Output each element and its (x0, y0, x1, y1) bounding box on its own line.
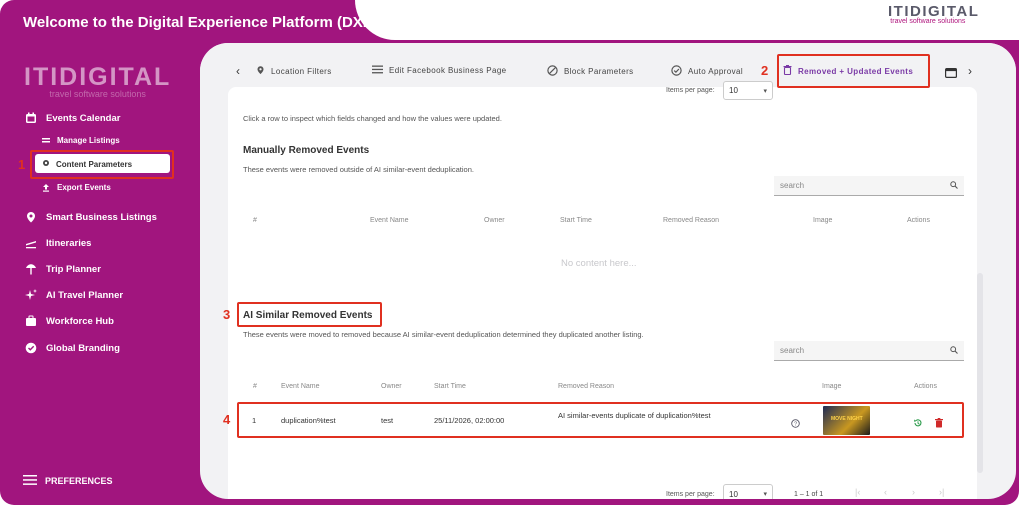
tabs-prev-button[interactable]: ‹ (236, 64, 240, 78)
ai-col-start-time: Start Time (434, 383, 466, 390)
check-circle-icon (671, 65, 682, 78)
tab-auto-approval[interactable]: Auto Approval (671, 65, 743, 78)
tab-label: Auto Approval (688, 67, 744, 76)
calendar-icon (24, 111, 38, 125)
manual-search-input[interactable]: search (774, 176, 964, 196)
list-icon (372, 65, 383, 76)
prev-page-button[interactable]: ‹ (884, 487, 887, 497)
annotation-label-3: 3 (223, 307, 231, 322)
sidebar-item-label: Global Branding (46, 342, 120, 354)
items-per-page-value: 10 (729, 489, 738, 499)
tab-label: Block Parameters (564, 67, 634, 76)
ai-col-event-name: Event Name (281, 383, 320, 390)
intro-text: Click a row to inspect which fields chan… (243, 114, 502, 123)
sidebar-item-trip-planner[interactable]: Trip Planner (24, 262, 101, 276)
manual-section-desc: These events were removed outside of AI … (243, 165, 474, 174)
list-icon (42, 137, 50, 145)
ai-col-index: # (253, 383, 257, 390)
search-icon (950, 345, 958, 356)
brand-logo: ITIDIGITAL travel software solutions (888, 3, 979, 25)
sidebar-item-itineraries[interactable]: Itineraries (24, 236, 91, 250)
ai-search-input[interactable]: search (774, 341, 964, 361)
sidebar-item-global-branding[interactable]: Global Branding (24, 341, 120, 355)
manual-col-event-name: Event Name (370, 217, 409, 224)
page-range: 1 – 1 of 1 (794, 491, 824, 498)
tab-label: Location Filters (271, 66, 332, 76)
manual-empty-text: No content here... (561, 258, 637, 269)
ai-section-desc: These events were moved to removed becau… (243, 330, 644, 339)
manual-col-image: Image (813, 217, 833, 224)
items-per-page-label: Items per page: (666, 491, 715, 498)
sidebar-subitem-export-events[interactable]: Export Events (42, 183, 111, 192)
manual-col-owner: Owner (484, 217, 505, 224)
plane-icon (24, 236, 38, 250)
scrollbar[interactable] (977, 273, 983, 473)
annotation-box-3 (237, 302, 382, 327)
ai-col-owner: Owner (381, 383, 402, 390)
block-icon (547, 65, 558, 78)
preferences-button[interactable]: PREFERENCES (23, 474, 113, 488)
annotation-label-4: 4 (223, 412, 231, 427)
tabs-next-button[interactable]: › (968, 64, 972, 78)
manual-search-placeholder: search (780, 181, 805, 190)
sidebar-item-label: Workforce Hub (46, 315, 114, 327)
annotation-box-1 (30, 150, 174, 179)
beach-icon (24, 262, 38, 276)
app-shell: Welcome to the Digital Experience Platfo… (0, 0, 1024, 513)
sidebar-item-workforce-hub[interactable]: Workforce Hub (24, 314, 114, 328)
ai-search-placeholder: search (780, 346, 805, 355)
sidebar-subitem-manage-listings[interactable]: Manage Listings (42, 136, 120, 145)
manual-col-start-time: Start Time (560, 217, 592, 224)
ai-col-removed-reason: Removed Reason (558, 383, 615, 390)
sidebar-item-label: Events Calendar (46, 112, 121, 124)
badge-icon (24, 341, 38, 355)
sidebar-item-label: Itineraries (46, 237, 92, 249)
chevron-down-icon: ▾ (763, 87, 767, 95)
sidebar-logo-word: ITIDIGITAL (24, 63, 172, 91)
tab-block-parameters[interactable]: Block Parameters (547, 65, 634, 78)
tab-edit-facebook-business-page[interactable]: Edit Facebook Business Page (372, 65, 507, 76)
tab-location-filters[interactable]: Location Filters (256, 65, 332, 77)
search-icon (950, 180, 958, 191)
annotation-box-4 (237, 402, 964, 438)
app-title: Welcome to the Digital Experience Platfo… (23, 14, 378, 31)
first-page-button[interactable]: |‹ (855, 487, 860, 497)
menu-icon (23, 474, 37, 488)
location-pin-icon (24, 210, 38, 224)
sidebar-subitem-label: Manage Listings (57, 136, 120, 145)
sidebar-item-events-calendar[interactable]: Events Calendar (24, 111, 120, 125)
upload-icon (42, 183, 50, 192)
chevron-down-icon: ▾ (763, 491, 767, 498)
preferences-label: PREFERENCES (45, 476, 113, 486)
sidebar-item-smart-business-listings[interactable]: Smart Business Listings (24, 210, 157, 224)
top-items-per-page-value: 10 (729, 86, 738, 95)
location-pin-icon (256, 65, 265, 77)
sidebar-subitem-label: Export Events (57, 183, 111, 192)
items-per-page-select[interactable]: 10 ▾ (723, 484, 773, 499)
ai-col-actions: Actions (914, 383, 937, 390)
tab-label: Edit Facebook Business Page (389, 66, 507, 75)
last-page-button[interactable]: ›| (939, 487, 944, 497)
top-items-per-page-label: Items per page: (666, 87, 715, 94)
sidebar-logo: ITIDIGITAL travel software solutions (24, 63, 171, 99)
annotation-label-1: 1 (18, 157, 26, 172)
manual-section-title: Manually Removed Events (243, 145, 370, 156)
sparkles-icon (24, 288, 38, 302)
ai-col-image: Image (822, 383, 842, 390)
sidebar-item-label: Smart Business Listings (46, 211, 157, 223)
top-items-per-page-select[interactable]: 10 ▾ (723, 81, 773, 100)
manual-col-index: # (253, 217, 257, 224)
annotation-box-2 (777, 54, 930, 88)
tab-overflow-icon[interactable] (945, 65, 958, 83)
sidebar-item-label: AI Travel Planner (46, 289, 124, 301)
briefcase-icon (24, 314, 38, 328)
sidebar-item-ai-travel-planner[interactable]: AI Travel Planner (24, 288, 123, 302)
annotation-label-2: 2 (761, 63, 769, 78)
next-page-button[interactable]: › (912, 487, 915, 497)
manual-col-removed-reason: Removed Reason (663, 217, 720, 224)
manual-col-actions: Actions (907, 217, 930, 224)
sidebar-item-label: Trip Planner (46, 263, 101, 275)
